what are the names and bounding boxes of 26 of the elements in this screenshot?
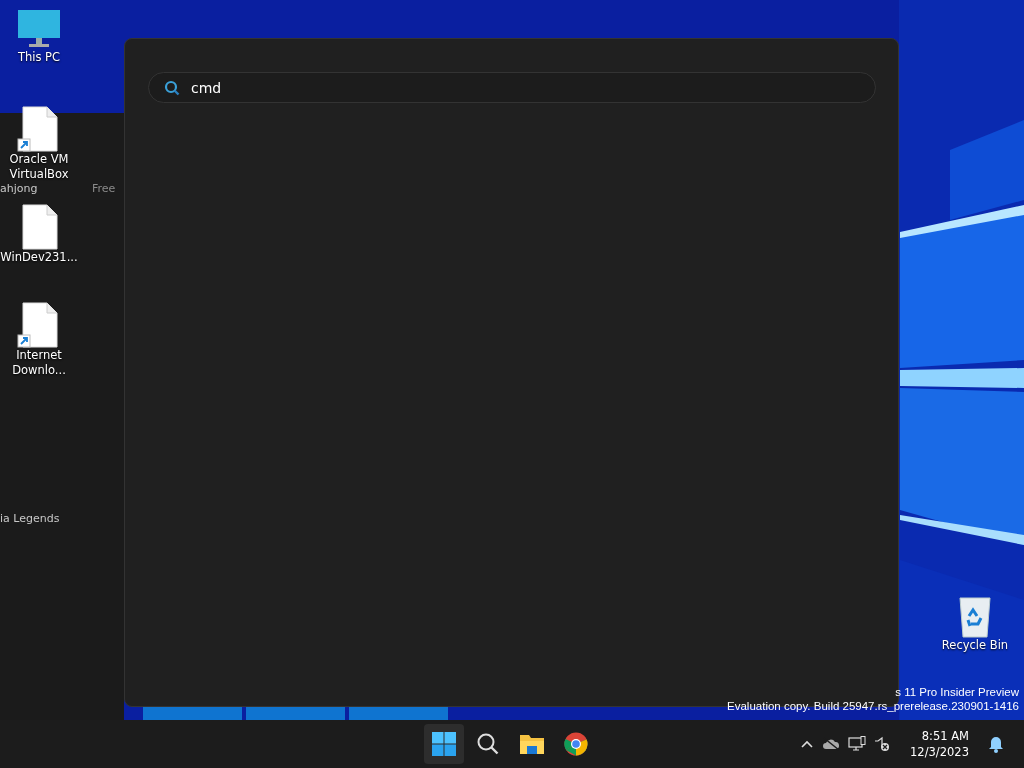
watermark-text: Evaluation copy. Build 25947.rs_prerelease.230901-1416 xyxy=(727,699,1019,713)
search-icon xyxy=(164,80,180,96)
search-field[interactable]: cmd xyxy=(148,72,876,103)
clock[interactable]: 8:51 AM 12/3/2023 xyxy=(910,728,969,760)
icon-label[interactable]: This PC xyxy=(0,50,78,65)
app-tile[interactable] xyxy=(349,707,448,720)
icon-label[interactable]: Internet Downlo... xyxy=(0,348,78,378)
network-icon[interactable] xyxy=(848,736,866,752)
icon-label[interactable]: WinDev231... xyxy=(0,250,78,265)
icon-label[interactable]: Oracle VM VirtualBox xyxy=(0,152,78,182)
app-tile[interactable] xyxy=(143,707,242,720)
taskbar-button[interactable] xyxy=(424,724,464,764)
recycle-bin-icon xyxy=(957,594,993,638)
app-name[interactable]: ahjong xyxy=(0,182,38,195)
app-name[interactable]: ia Legends xyxy=(0,512,60,525)
search-icon xyxy=(476,732,500,756)
app-tile[interactable] xyxy=(246,707,345,720)
volume-muted-icon[interactable] xyxy=(874,736,890,752)
icon-label[interactable]: Recycle Bin xyxy=(936,638,1014,653)
cloud-off-icon[interactable] xyxy=(822,737,840,751)
browser-icon xyxy=(564,732,588,756)
chevron-up-icon[interactable] xyxy=(800,739,814,749)
folder-icon xyxy=(519,733,545,755)
app-name[interactable]: Free xyxy=(92,182,116,195)
windows-logo-icon xyxy=(432,732,456,756)
bell-icon[interactable] xyxy=(988,736,1004,753)
